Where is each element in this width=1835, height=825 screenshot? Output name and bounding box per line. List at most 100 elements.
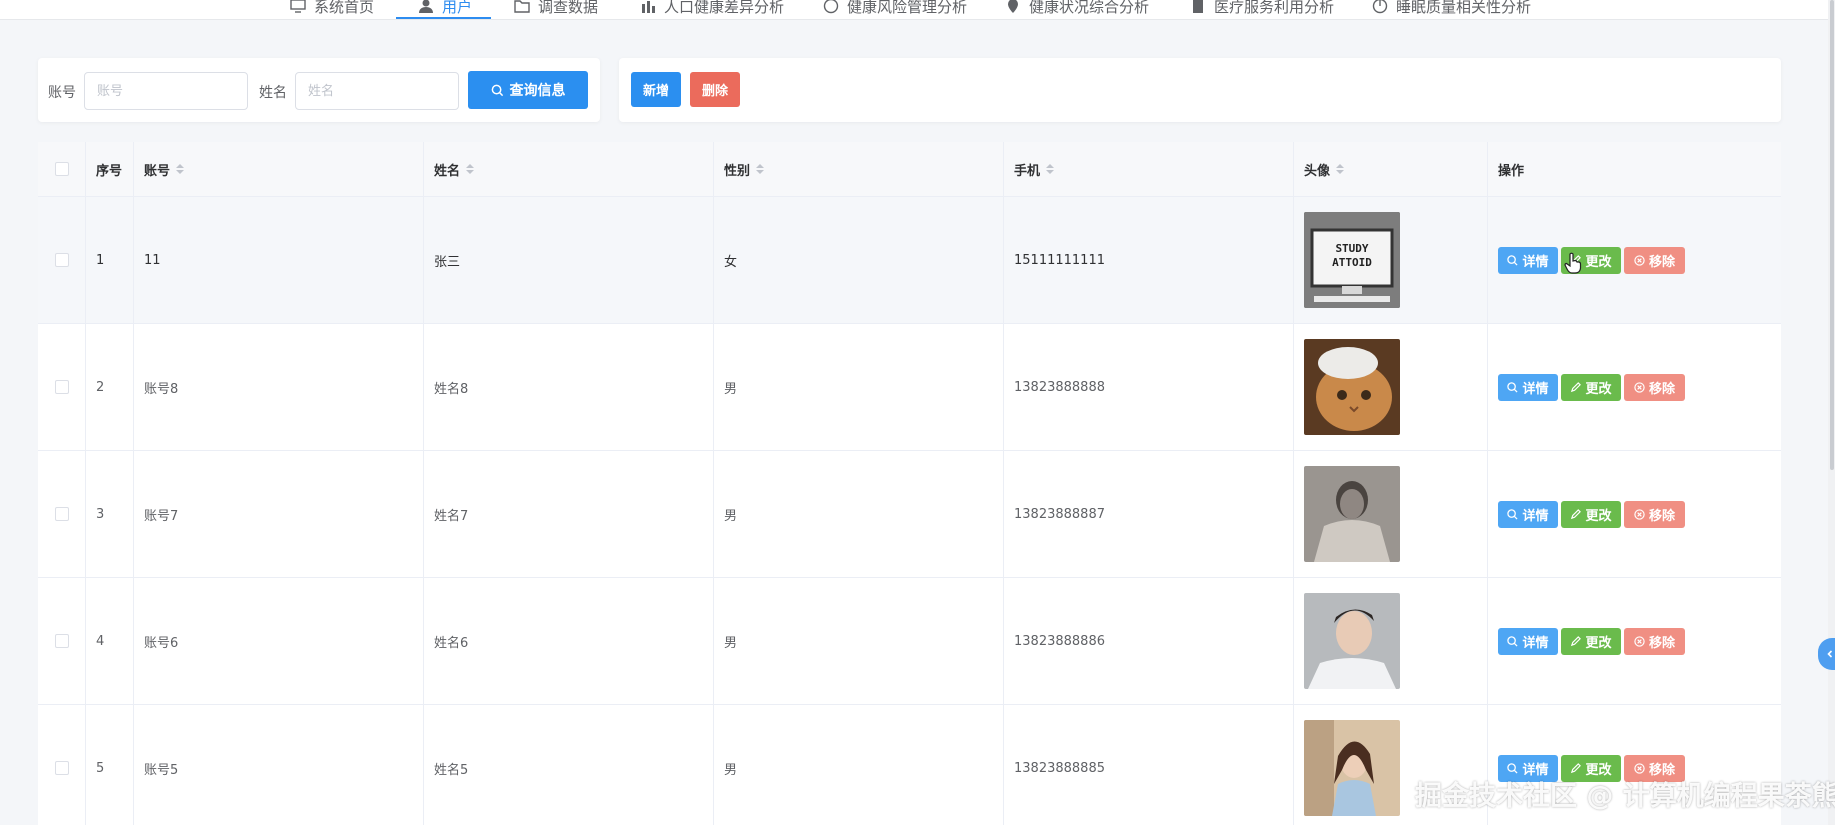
sort-icon[interactable] xyxy=(176,164,185,174)
side-collapse-tab[interactable] xyxy=(1818,638,1835,670)
select-all-checkbox[interactable] xyxy=(54,162,69,176)
search-icon xyxy=(491,84,503,96)
nav-item-survey[interactable]: 调查数据 xyxy=(514,0,599,19)
nav-item-risk[interactable]: 健康风险管理分析 xyxy=(823,0,968,19)
row-checkbox[interactable] xyxy=(54,761,69,775)
header-operations: 操作 xyxy=(1488,142,1781,196)
sort-icon[interactable] xyxy=(1046,164,1055,174)
edit-label: 更改 xyxy=(1585,254,1612,270)
action-panel: 新增 删除 xyxy=(619,58,1781,122)
detail-button[interactable]: 详情 xyxy=(1498,500,1558,528)
remove-label: 移除 xyxy=(1648,381,1675,397)
nav-item-label: 系统首页 xyxy=(314,0,375,16)
cell-name: 张三 xyxy=(424,197,714,323)
nav-item-home[interactable]: 系统首页 xyxy=(290,0,375,19)
cell-index: 3 xyxy=(86,451,134,577)
row-checkbox[interactable] xyxy=(54,380,69,394)
header-phone[interactable]: 手机 xyxy=(1004,142,1294,196)
table-row[interactable]: 2 账号8 姓名8 男 13823888888 详情 更改 移除 xyxy=(38,324,1781,451)
avatar-image[interactable] xyxy=(1304,593,1400,689)
header-avatar[interactable]: 头像 xyxy=(1294,142,1488,196)
search-icon xyxy=(1507,381,1519,393)
avatar-image[interactable] xyxy=(1304,720,1400,816)
edit-button[interactable]: 更改 xyxy=(1561,500,1621,528)
remove-label: 移除 xyxy=(1648,635,1675,651)
search-button-label: 查询信息 xyxy=(509,83,566,99)
nav-item-label: 健康风险管理分析 xyxy=(847,0,968,16)
close-circle-icon xyxy=(1634,762,1645,774)
nav-item-label: 调查数据 xyxy=(538,0,599,16)
close-circle-icon xyxy=(1634,254,1645,266)
search-icon xyxy=(1507,635,1519,647)
info-icon xyxy=(823,0,839,14)
close-circle-icon xyxy=(1634,635,1645,647)
bar-chart-icon xyxy=(642,1,655,13)
edit-button[interactable]: 更改 xyxy=(1561,373,1621,401)
avatar-image[interactable]: STUDY ATTOID xyxy=(1304,212,1400,308)
detail-button[interactable]: 详情 xyxy=(1498,373,1558,401)
detail-label: 详情 xyxy=(1522,508,1549,524)
row-checkbox[interactable] xyxy=(54,253,69,267)
detail-button[interactable]: 详情 xyxy=(1498,627,1558,655)
nav-item-medical[interactable]: 医疗服务利用分析 xyxy=(1190,0,1335,19)
account-search-input[interactable] xyxy=(84,72,248,110)
header-operations-label: 操作 xyxy=(1498,163,1525,179)
name-search-input[interactable] xyxy=(295,72,459,110)
nav-item-label: 健康状况综合分析 xyxy=(1029,0,1150,16)
header-name-label: 姓名 xyxy=(434,163,461,179)
header-gender[interactable]: 性别 xyxy=(714,142,1004,196)
cell-index: 5 xyxy=(86,705,134,825)
nav-item-label: 医疗服务利用分析 xyxy=(1214,0,1335,16)
user-icon xyxy=(419,0,433,13)
cell-phone: 13823888886 xyxy=(1004,578,1294,704)
nav-active-indicator xyxy=(396,17,491,19)
table-row[interactable]: 1 11 张三 女 15111111111 STUDY ATTOID 详情 更改… xyxy=(38,197,1781,324)
header-phone-label: 手机 xyxy=(1014,163,1041,179)
cell-phone: 13823888885 xyxy=(1004,705,1294,825)
cell-account: 账号6 xyxy=(134,578,424,704)
avatar-image[interactable] xyxy=(1304,339,1400,435)
cell-phone: 13823888888 xyxy=(1004,324,1294,450)
search-icon xyxy=(1507,762,1519,774)
name-label: 姓名 xyxy=(259,85,287,101)
sort-icon[interactable] xyxy=(466,164,475,174)
sort-icon[interactable] xyxy=(1336,164,1345,174)
detail-label: 详情 xyxy=(1522,381,1549,397)
table-header: 序号 账号 姓名 性别 手机 头像 操作 xyxy=(38,142,1781,197)
add-button[interactable]: 新增 xyxy=(631,72,681,107)
detail-button[interactable]: 详情 xyxy=(1498,246,1558,274)
table-row[interactable]: 3 账号7 姓名7 男 13823888887 详情 更改 移除 xyxy=(38,451,1781,578)
row-checkbox[interactable] xyxy=(54,634,69,648)
scrollbar-thumb[interactable] xyxy=(1830,0,1834,470)
header-name[interactable]: 姓名 xyxy=(424,142,714,196)
header-index-label: 序号 xyxy=(96,163,123,179)
pencil-icon xyxy=(1571,381,1582,392)
close-circle-icon xyxy=(1634,508,1645,520)
avatar-image[interactable] xyxy=(1304,466,1400,562)
cell-name: 姓名6 xyxy=(424,578,714,704)
header-account[interactable]: 账号 xyxy=(134,142,424,196)
pencil-icon xyxy=(1571,508,1582,519)
cell-gender: 男 xyxy=(714,324,1004,450)
svg-text:ATTOID: ATTOID xyxy=(1332,256,1372,269)
sort-icon[interactable] xyxy=(756,164,765,174)
nav-item-label: 人口健康差异分析 xyxy=(664,0,785,16)
table-row[interactable]: 4 账号6 姓名6 男 13823888886 详情 更改 移除 xyxy=(38,578,1781,705)
edit-button[interactable]: 更改 xyxy=(1561,627,1621,655)
top-nav: 系统首页 用户 调查数据 人口健康差异分析 健康风险管理分析 健康状况综合分析 … xyxy=(0,0,1835,20)
cell-gender: 男 xyxy=(714,578,1004,704)
remove-button[interactable]: 移除 xyxy=(1624,500,1685,528)
remove-button[interactable]: 移除 xyxy=(1624,627,1685,655)
cell-account: 11 xyxy=(134,197,424,323)
nav-item-sleep[interactable]: 睡眠质量相关性分析 xyxy=(1372,0,1531,19)
remove-button[interactable]: 移除 xyxy=(1624,246,1685,274)
cell-index: 4 xyxy=(86,578,134,704)
nav-item-population[interactable]: 人口健康差异分析 xyxy=(640,0,785,19)
nav-item-status[interactable]: 健康状况综合分析 xyxy=(1005,0,1150,19)
delete-button[interactable]: 删除 xyxy=(690,72,740,107)
row-checkbox[interactable] xyxy=(54,507,69,521)
remove-button[interactable]: 移除 xyxy=(1624,373,1685,401)
search-button[interactable]: 查询信息 xyxy=(468,71,588,109)
detail-label: 详情 xyxy=(1522,254,1549,270)
search-icon xyxy=(1507,254,1519,266)
